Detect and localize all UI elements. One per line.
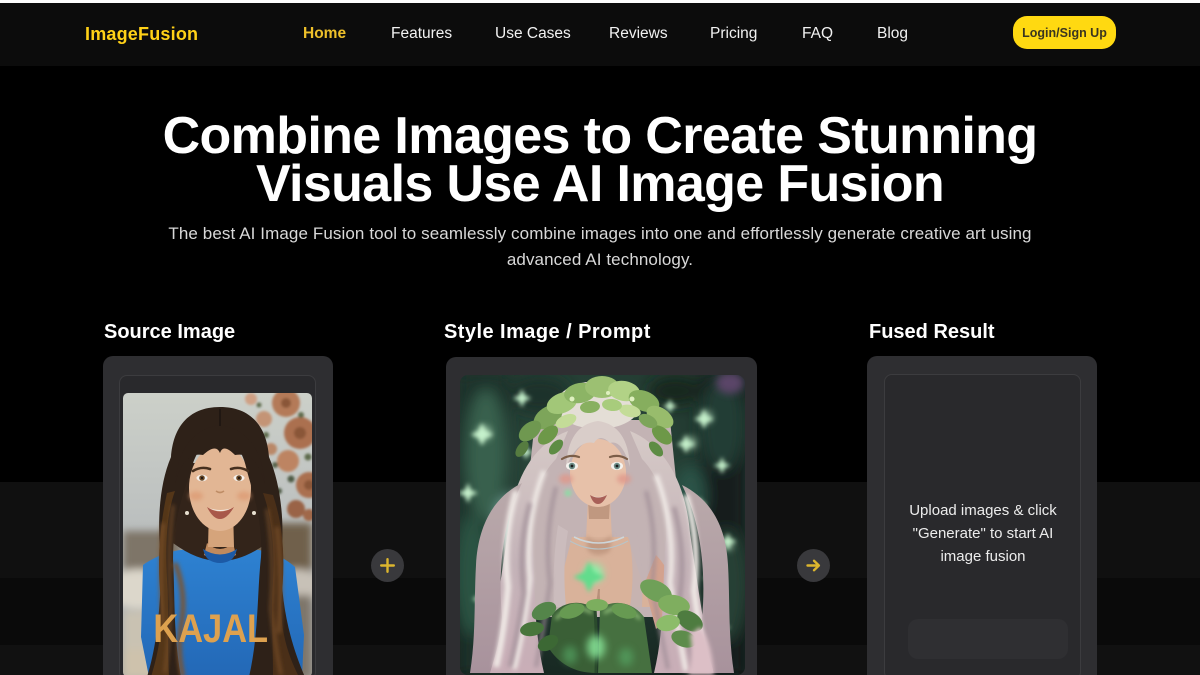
svg-text:KAJAL: KAJAL bbox=[153, 606, 268, 651]
